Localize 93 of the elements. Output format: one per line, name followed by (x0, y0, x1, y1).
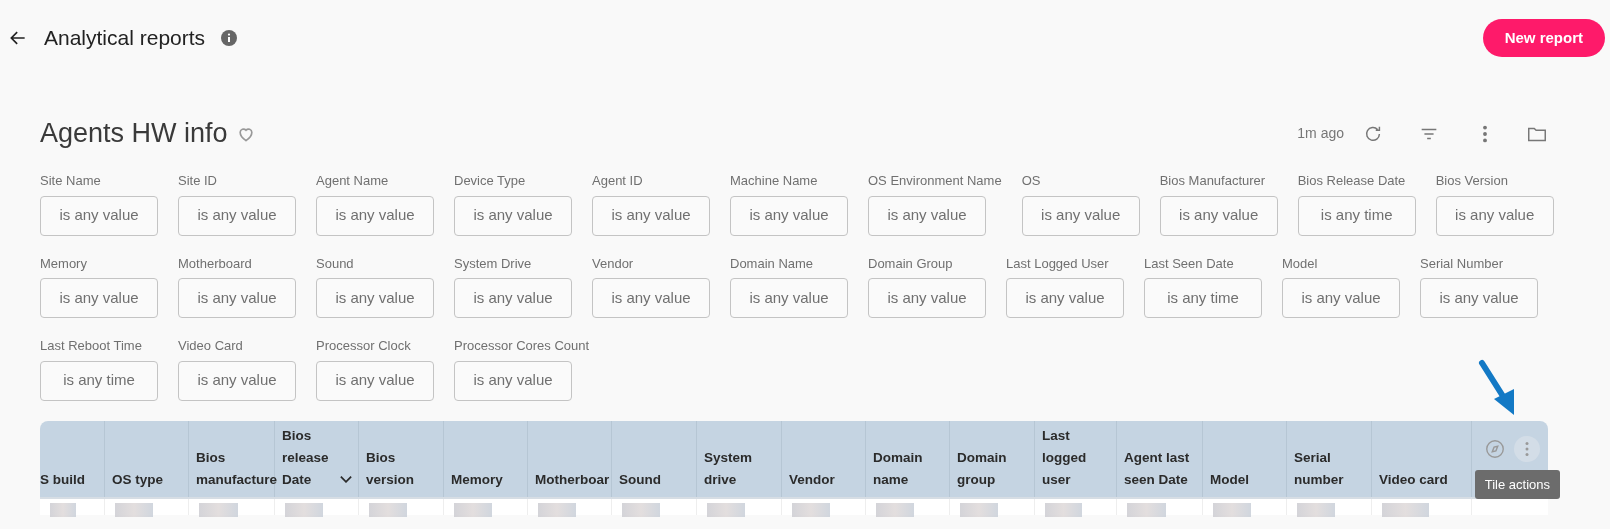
column-header[interactable]: Model (1210, 468, 1286, 491)
filter-field[interactable]: is any value (868, 195, 986, 236)
redacted-cell (1382, 502, 1430, 517)
redacted-cell (792, 502, 830, 517)
filter-field[interactable]: is any value (316, 360, 434, 401)
column-header[interactable]: Sound (619, 468, 696, 491)
filter-label: System Drive (454, 254, 532, 273)
filter-label: Memory (40, 254, 87, 273)
new-report-button[interactable]: New report (1482, 19, 1605, 57)
filter-label: Bios Release Date (1297, 172, 1406, 190)
redacted-cell (1213, 502, 1251, 517)
filter-label: Processor Clock (316, 337, 411, 355)
filter-label: OS (1021, 172, 1041, 190)
filter-label: Serial Number (1420, 254, 1504, 273)
page-title: Analytical reports (44, 25, 206, 52)
filter-field[interactable]: is any time (1144, 278, 1262, 318)
filter-field[interactable]: is any value (40, 195, 158, 236)
filter-label: Sound (316, 254, 354, 273)
redacted-cell (199, 502, 238, 517)
filter-label: Processor Cores Count (454, 337, 590, 355)
filter-label: Domain Group (868, 254, 953, 273)
filter-label: Machine Name (730, 172, 818, 190)
column-header[interactable]: Last logged user (1042, 424, 1116, 491)
filter-label: OS Environment Name (868, 172, 1002, 190)
tooltip: Tile actions (1474, 469, 1560, 499)
filter-label: Device Type (454, 172, 526, 190)
column-header[interactable]: Agent last seen Date (1124, 446, 1202, 491)
redacted-cell (369, 502, 408, 517)
filter-field[interactable]: is any value (316, 195, 434, 236)
redacted-cell (707, 502, 746, 517)
redacted-cell (115, 502, 153, 517)
filter-label: Last Reboot Time (40, 337, 142, 355)
filter-field[interactable]: is any value (868, 278, 986, 318)
redacted-cell (538, 502, 576, 517)
filter-field[interactable]: is any value (1021, 195, 1140, 236)
column-header[interactable]: Bios version (366, 446, 443, 491)
column-header[interactable]: Domain name (873, 446, 949, 491)
filter-field[interactable]: is any value (1420, 278, 1538, 318)
filter-field[interactable]: is any value (454, 195, 572, 236)
chevron-icon (340, 475, 352, 483)
column-header[interactable]: OS type (112, 468, 188, 491)
updated-time: 1m ago (1297, 124, 1344, 143)
filter-label: Last Seen Date (1144, 254, 1234, 273)
column-header[interactable]: Serial number (1294, 446, 1371, 491)
filter-field[interactable]: is any value (730, 278, 848, 318)
filter-field[interactable]: is any value (1282, 278, 1400, 318)
column-header[interactable]: Video card (1379, 468, 1471, 491)
column-header[interactable]: Memory (451, 468, 527, 491)
redacted-cell (50, 502, 77, 517)
redacted-cell (454, 502, 492, 517)
filter-label: Agent Name (316, 172, 389, 190)
filter-label: Bios Manufacturer (1159, 172, 1266, 190)
redacted-cell (1127, 502, 1166, 517)
filter-field[interactable]: is any value (1006, 278, 1124, 318)
filter-field[interactable]: is any value (178, 278, 296, 318)
filter-field[interactable]: is any value (454, 278, 572, 318)
filter-field[interactable]: is any value (454, 360, 572, 401)
filter-label: Agent ID (592, 172, 643, 190)
filter-field[interactable]: is any value (178, 195, 296, 236)
filter-field[interactable]: is any value (592, 278, 710, 318)
filter-label: Domain Name (730, 254, 814, 273)
filter-field[interactable]: is any value (178, 360, 296, 401)
filter-label: Site Name (40, 172, 101, 190)
filter-field[interactable]: is any value (316, 278, 434, 318)
redacted-cell (622, 502, 661, 517)
filter-label: Last Logged User (1006, 254, 1109, 273)
redacted-cell (960, 502, 999, 517)
filter-field[interactable]: is any time (1297, 195, 1416, 236)
filter-field[interactable]: is any value (592, 195, 710, 236)
redacted-cell (285, 502, 323, 517)
filter-label: Motherboard (178, 254, 252, 273)
redacted-cell (1297, 502, 1336, 517)
column-header[interactable]: System drive (704, 446, 781, 491)
filter-label: Bios Version (1435, 172, 1508, 190)
filter-label: Site ID (178, 172, 217, 190)
filter-field[interactable]: is any value (1159, 195, 1278, 236)
column-header[interactable]: Domain group (957, 446, 1034, 491)
info-icon[interactable] (221, 30, 238, 46)
filter-field[interactable]: is any value (1435, 195, 1554, 236)
column-header[interactable]: Bios release Date (282, 424, 358, 491)
filter-field[interactable]: is any value (730, 195, 848, 236)
filter-field[interactable]: is any time (40, 360, 158, 401)
column-header[interactable]: S build (40, 468, 104, 491)
column-header[interactable]: Vendor (789, 468, 865, 491)
tile-actions-button[interactable] (1514, 435, 1540, 462)
filter-label: Video Card (178, 337, 243, 355)
column-header[interactable]: Motherboar (535, 468, 611, 491)
filter-label: Vendor (592, 254, 634, 273)
report-title: Agents HW info (40, 117, 228, 151)
redacted-cell (1045, 502, 1082, 517)
filter-field[interactable]: is any value (40, 278, 158, 318)
redacted-cell (876, 502, 914, 517)
filter-label: Model (1282, 254, 1318, 273)
